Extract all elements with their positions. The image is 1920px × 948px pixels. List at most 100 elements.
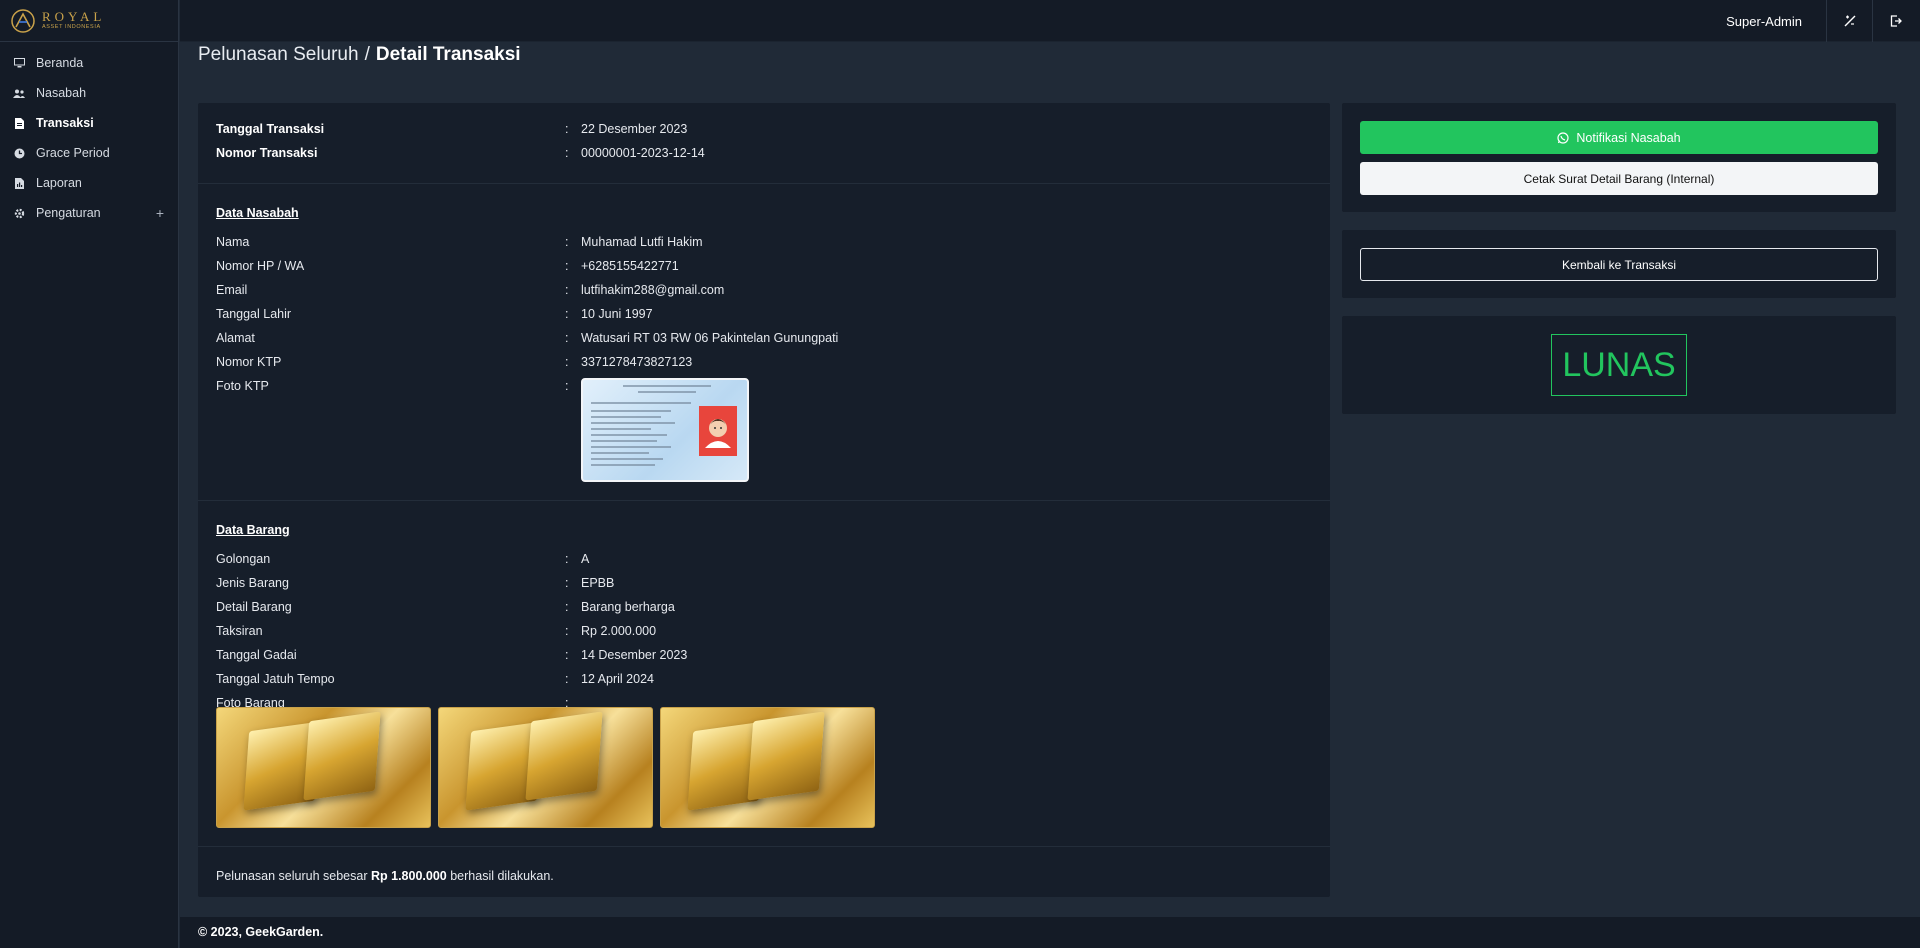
sidebar-item-label: Transaksi	[36, 116, 94, 130]
report-icon	[13, 177, 25, 189]
sidebar-item-laporan[interactable]: Laporan	[0, 168, 178, 198]
detail-row: Jenis Barang: EPBB	[216, 575, 1312, 599]
customer-section: Data Nasabah Nama: Muhamad Lutfi Hakim No…	[198, 184, 1330, 501]
logout-icon	[1890, 15, 1902, 27]
settlement-amount: Rp 1.800.000	[370, 869, 447, 883]
colon: :	[565, 146, 569, 160]
field-label: Tanggal Jatuh Tempo	[216, 672, 335, 686]
detail-row: Email: lutfihakim288@gmail.com	[216, 282, 1312, 306]
sidebar-item-nasabah[interactable]: Nasabah	[0, 78, 178, 108]
sidebar-item-label: Grace Period	[36, 146, 110, 160]
colon: :	[565, 283, 569, 297]
colon: :	[565, 624, 569, 638]
user-name[interactable]: Super-Admin	[1726, 0, 1802, 42]
field-value: Watusari RT 03 RW 06 Pakintelan Gunungpa…	[581, 331, 839, 345]
sidebar-item-transaksi[interactable]: Transaksi	[0, 108, 178, 138]
expand-plus-icon[interactable]: +	[156, 205, 164, 221]
portrait-icon	[699, 406, 737, 456]
theme-toggle-icon	[1844, 15, 1855, 27]
status-card: LUNAS	[1342, 316, 1896, 414]
brand-tagline: ASSET INDONESIA	[42, 24, 101, 31]
item-photo[interactable]	[660, 707, 875, 828]
colon: :	[565, 307, 569, 321]
settlement-prefix: Pelunasan seluruh sebesar	[216, 869, 368, 883]
transaction-date-value: 22 Desember 2023	[581, 122, 688, 136]
colon: :	[565, 355, 569, 369]
detail-row: Nama: Muhamad Lutfi Hakim	[216, 234, 1312, 258]
detail-row: Alamat: Watusari RT 03 RW 06 Pakintelan G…	[216, 330, 1312, 354]
item-section-title: Data Barang	[216, 523, 290, 537]
actions-card: Notifikasi Nasabah Cetak Surat Detail Ba…	[1342, 103, 1896, 212]
colon: :	[565, 600, 569, 614]
detail-row: Tanggal Transaksi : 22 Desember 2023	[216, 121, 1312, 145]
sidebar-item-label: Laporan	[36, 176, 82, 190]
settlement-message: Pelunasan seluruh sebesar Rp 1.800.000 b…	[198, 847, 1330, 905]
field-label: Detail Barang	[216, 600, 292, 614]
customer-section-title: Data Nasabah	[216, 206, 299, 220]
colon: :	[565, 576, 569, 590]
detail-row: Tanggal Gadai:14 Desember 2023	[216, 647, 1312, 671]
transaction-date-label: Tanggal Transaksi	[216, 122, 325, 136]
sidebar-nav: Beranda Nasabah Transaksi Grace Period L…	[0, 42, 178, 228]
top-bar: Super-Admin	[180, 0, 1920, 42]
field-label: Golongan	[216, 552, 271, 566]
field-label: Alamat	[216, 331, 255, 345]
item-photo-gallery	[216, 707, 1312, 828]
field-value: 10 Juni 1997	[581, 307, 653, 321]
colon: :	[565, 331, 569, 345]
detail-row: Nomor Transaksi : 00000001-2023-12-14	[216, 145, 1312, 169]
field-label: Tanggal Gadai	[216, 648, 297, 662]
royal-logo-icon	[11, 8, 35, 33]
field-value: +6285155422771	[581, 259, 679, 273]
detail-row: Golongan: A	[216, 551, 1312, 575]
colon: :	[565, 379, 569, 393]
navigation-card: Kembali ke Transaksi	[1342, 230, 1896, 298]
breadcrumb-parent[interactable]: Pelunasan Seluruh	[198, 44, 359, 65]
detail-row: Tanggal Lahir:10 Juni 1997	[216, 306, 1312, 330]
detail-row: Taksiran: Rp 2.000.000	[216, 623, 1312, 647]
ktp-photo[interactable]	[581, 378, 749, 482]
field-label: Nama	[216, 235, 250, 249]
detail-row: Detail Barang: Barang berharga	[216, 599, 1312, 623]
colon: :	[565, 672, 569, 686]
status-badge: LUNAS	[1551, 334, 1687, 396]
colon: :	[565, 648, 569, 662]
field-label: Nomor KTP	[216, 355, 282, 369]
brand-name: ROYAL	[42, 9, 106, 25]
field-label: Nomor HP / WA	[216, 259, 305, 273]
clock-icon	[13, 147, 25, 159]
gear-icon	[13, 207, 25, 219]
monitor-icon	[13, 57, 25, 69]
sidebar-item-pengaturan[interactable]: Pengaturan +	[0, 198, 178, 228]
field-value: EPBB	[581, 576, 615, 590]
field-value: 14 Desember 2023	[581, 648, 688, 662]
item-photo[interactable]	[438, 707, 653, 828]
transaction-number-label: Nomor Transaksi	[216, 146, 318, 160]
field-value: 12 April 2024	[581, 672, 654, 686]
toggle-theme-button[interactable]	[1826, 0, 1872, 42]
sidebar-item-grace-period[interactable]: Grace Period	[0, 138, 178, 168]
detail-row: Foto Barang:	[216, 695, 1312, 710]
back-to-transactions-button[interactable]: Kembali ke Transaksi	[1360, 248, 1878, 281]
logout-button[interactable]	[1872, 0, 1918, 42]
field-value: Rp 2.000.000	[581, 624, 657, 638]
brand-logo[interactable]: ROYAL ASSET INDONESIA	[0, 0, 178, 42]
sidebar-item-beranda[interactable]: Beranda	[0, 48, 178, 78]
colon: :	[565, 552, 569, 566]
item-section: Data Barang Golongan: A Jenis Barang: EPBB…	[198, 501, 1330, 847]
field-label: Jenis Barang	[216, 576, 289, 590]
settlement-suffix: berhasil dilakukan.	[450, 869, 554, 883]
transaction-detail-card: Tanggal Transaksi : 22 Desember 2023 Nom…	[198, 103, 1330, 897]
field-value: lutfihakim288@gmail.com	[581, 283, 725, 297]
sidebar: ROYAL ASSET INDONESIA Beranda Nasabah Tr…	[0, 0, 179, 948]
notify-customer-button[interactable]: Notifikasi Nasabah	[1360, 121, 1878, 154]
item-photo[interactable]	[216, 707, 431, 828]
print-detail-button[interactable]: Cetak Surat Detail Barang (Internal)	[1360, 162, 1878, 195]
colon: :	[565, 259, 569, 273]
sidebar-item-label: Nasabah	[36, 86, 87, 100]
sidebar-item-label: Pengaturan	[36, 206, 101, 220]
transaction-info-section: Tanggal Transaksi : 22 Desember 2023 Nom…	[198, 103, 1330, 184]
detail-row: Foto KTP :	[216, 378, 1312, 482]
whatsapp-icon	[1557, 131, 1569, 144]
field-value: Barang berharga	[581, 600, 675, 614]
